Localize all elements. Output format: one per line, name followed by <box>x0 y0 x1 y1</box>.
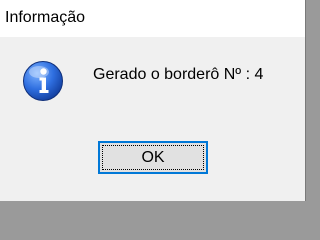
ok-button-label: OK <box>141 149 165 166</box>
dialog-message: Gerado o borderô Nº : 4 <box>93 66 264 83</box>
background-window-edge <box>306 0 310 201</box>
message-dialog: Informação Gerado o borderô Nº : 4 OK <box>0 0 306 201</box>
window-title: Informação <box>5 9 86 26</box>
title-bar[interactable]: Informação <box>0 0 305 38</box>
ok-button[interactable]: OK <box>98 141 208 174</box>
information-icon <box>22 60 64 102</box>
